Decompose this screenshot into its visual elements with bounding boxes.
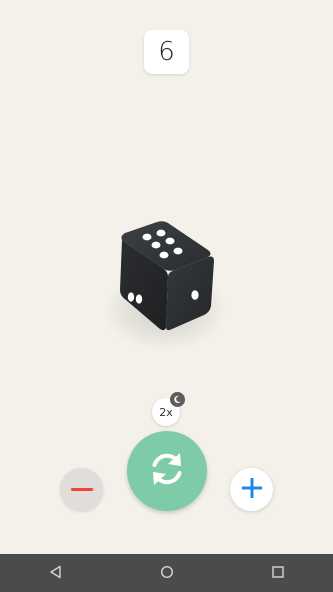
add-dice-button[interactable]	[230, 468, 273, 511]
minus-icon	[70, 488, 93, 491]
screen: 6 2x	[0, 0, 333, 592]
dice-pip	[151, 241, 161, 249]
dice[interactable]	[100, 210, 230, 360]
recents-button[interactable]	[258, 554, 298, 592]
recents-icon	[271, 564, 285, 583]
dice-pip	[142, 233, 152, 241]
dice-pip	[191, 290, 199, 300]
result-value: 6	[158, 37, 175, 67]
back-button[interactable]	[36, 554, 76, 592]
plus-icon	[241, 477, 263, 503]
back-icon	[49, 564, 63, 583]
dice-3d	[120, 221, 214, 331]
multiplier-label: 2x	[159, 405, 173, 419]
dice-pip	[173, 247, 183, 255]
home-icon	[160, 564, 174, 583]
dice-pip	[165, 237, 175, 245]
refresh-icon	[145, 447, 189, 495]
clock-icon	[170, 392, 185, 407]
dice-pip	[127, 292, 135, 302]
dice-pip	[159, 251, 169, 259]
system-navigation-bar	[0, 554, 333, 592]
dice-pip	[156, 229, 166, 237]
result-display: 6	[144, 30, 189, 74]
dice-pip	[135, 294, 143, 304]
remove-dice-button[interactable]	[60, 468, 103, 511]
home-button[interactable]	[147, 554, 187, 592]
roll-button[interactable]	[127, 431, 207, 511]
